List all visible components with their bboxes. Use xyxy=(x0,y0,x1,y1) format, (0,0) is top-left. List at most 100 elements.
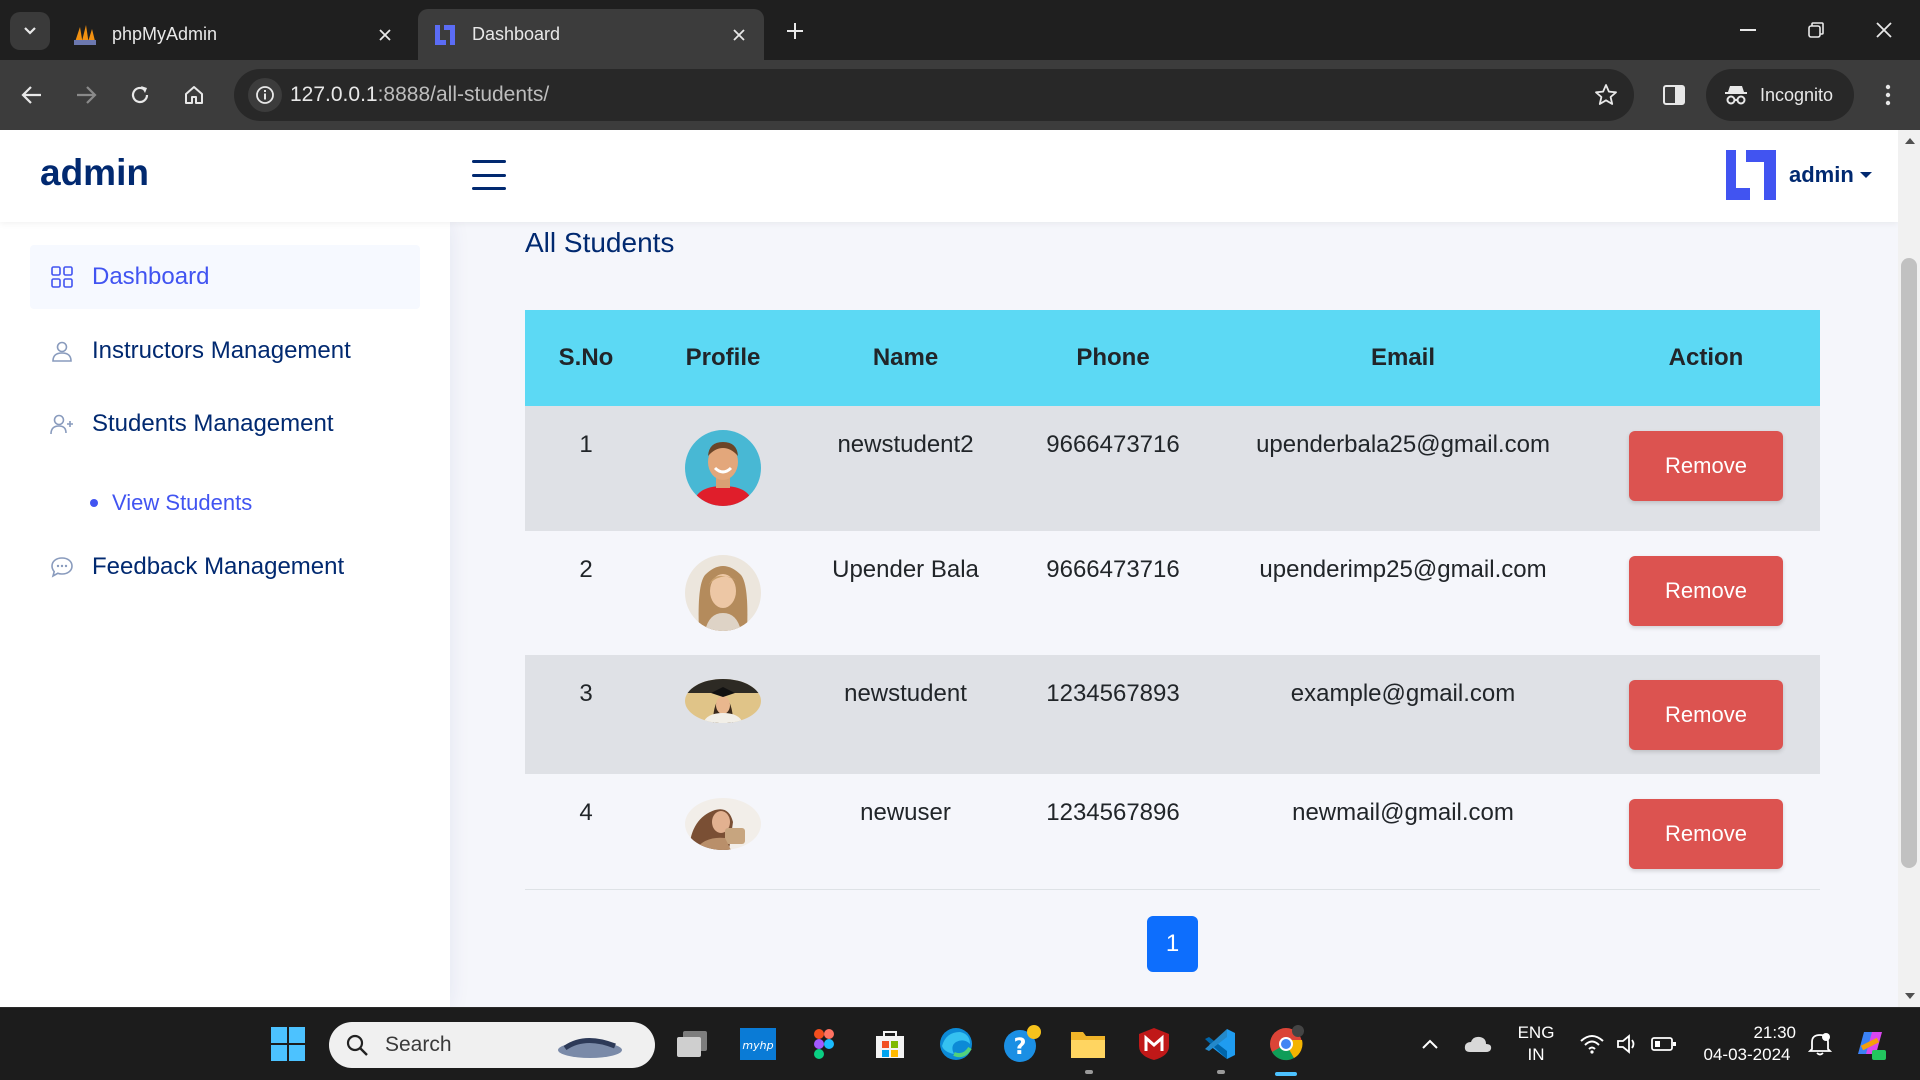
cell-action: Remove xyxy=(1592,774,1820,893)
home-icon xyxy=(185,86,203,104)
sidebar-subitem-label: View Students xyxy=(112,490,253,515)
sidebar-item-feedback[interactable]: Feedback Management xyxy=(30,535,420,599)
cell-action: Remove xyxy=(1592,655,1820,774)
cell-sno: 3 xyxy=(579,680,593,707)
back-arrow-icon xyxy=(21,86,41,104)
cell-sno: 2 xyxy=(579,556,593,583)
cell-name: newstudent2 xyxy=(837,431,974,458)
person-icon xyxy=(50,339,74,363)
caret-down-icon[interactable] xyxy=(1860,172,1872,178)
forward-button[interactable] xyxy=(68,77,104,113)
volume-icon[interactable] xyxy=(1608,1024,1648,1064)
notifications-bell-icon[interactable] xyxy=(1800,1024,1840,1064)
tab-phpmyadmin[interactable]: phpMyAdmin xyxy=(58,9,410,60)
tab-dashboard[interactable]: Dashboard xyxy=(418,9,764,60)
scroll-down-arrow-icon[interactable] xyxy=(1905,993,1915,999)
battery-icon[interactable] xyxy=(1644,1024,1684,1064)
remove-button[interactable]: Remove xyxy=(1629,680,1783,750)
tab-title: phpMyAdmin xyxy=(112,24,218,44)
clock[interactable]: 21:30 04-03-2024 xyxy=(1692,1022,1802,1066)
new-tab-button[interactable] xyxy=(780,16,810,46)
pagination-page-button[interactable]: 1 xyxy=(1147,916,1198,972)
scroll-thumb[interactable] xyxy=(1901,258,1917,868)
url-path: :8888/all-students/ xyxy=(377,83,550,106)
reload-button[interactable] xyxy=(122,77,158,113)
chrome-icon[interactable] xyxy=(1266,1024,1306,1064)
column-header-action: Action xyxy=(1668,344,1744,371)
column-header-name: Name xyxy=(872,344,939,371)
clock-date: 04-03-2024 xyxy=(1703,1045,1791,1064)
sidebar-item-label: Students Management xyxy=(92,410,334,437)
clock-time: 21:30 xyxy=(1753,1023,1796,1042)
show-hidden-icons-chevron-icon[interactable] xyxy=(1410,1024,1450,1064)
close-tab-icon[interactable] xyxy=(374,24,396,46)
close-tab-icon[interactable] xyxy=(728,24,750,46)
cell-email: upenderbala25@gmail.com xyxy=(1256,431,1550,458)
copilot-icon[interactable] xyxy=(1850,1024,1890,1064)
restore-button[interactable] xyxy=(1794,12,1838,48)
user-name[interactable]: admin xyxy=(1789,162,1854,188)
browser-menu-button[interactable] xyxy=(1870,77,1906,113)
windows-taskbar: Search myhp ? ENG IN 21:30 04-03-2024 xyxy=(0,1007,1920,1080)
myhp-app-icon[interactable]: myhp xyxy=(738,1024,778,1064)
chat-icon xyxy=(50,555,74,579)
cell-phone: 1234567893 xyxy=(1046,680,1180,707)
back-button[interactable] xyxy=(14,77,50,113)
page-title: All Students xyxy=(525,227,675,258)
cell-sno: 4 xyxy=(579,799,593,826)
mcafee-icon[interactable] xyxy=(1134,1024,1174,1064)
tab-search-button[interactable] xyxy=(10,12,50,50)
svg-text:?: ? xyxy=(1014,1035,1027,1060)
microsoft-store-icon[interactable] xyxy=(870,1024,910,1064)
taskbar-search-box[interactable]: Search xyxy=(329,1022,655,1068)
bookmark-star-icon[interactable] xyxy=(1592,81,1620,109)
home-button[interactable] xyxy=(176,77,212,113)
task-view-icon[interactable] xyxy=(672,1024,712,1064)
cell-action: Remove xyxy=(1592,406,1820,531)
side-panel-button[interactable] xyxy=(1656,77,1692,113)
sidebar-subitem-view-students[interactable]: View Students xyxy=(90,490,252,516)
table-row: 4 newuser 1234567896 newmail@gmail.com R… xyxy=(525,774,1820,893)
table-row: 2 Upender Bala 9666473716 upenderimp25@g… xyxy=(525,531,1820,655)
sidebar-item-instructors[interactable]: Instructors Management xyxy=(30,319,420,383)
person-add-icon xyxy=(50,412,74,436)
file-explorer-icon[interactable] xyxy=(1068,1024,1108,1064)
remove-button[interactable]: Remove xyxy=(1629,431,1783,501)
onedrive-cloud-icon[interactable] xyxy=(1458,1024,1498,1064)
hamburger-menu-icon[interactable] xyxy=(472,160,506,190)
figma-app-icon[interactable] xyxy=(804,1024,844,1064)
cell-phone: 9666473716 xyxy=(1046,556,1180,583)
students-table: S.No Profile Name Phone Email Action 1 n… xyxy=(525,310,1820,893)
remove-button[interactable]: Remove xyxy=(1629,556,1783,626)
remove-button[interactable]: Remove xyxy=(1629,799,1783,869)
wifi-icon[interactable] xyxy=(1572,1024,1612,1064)
sidebar-item-students[interactable]: Students Management xyxy=(30,392,420,456)
brand-logo-text[interactable]: admin xyxy=(40,152,149,194)
minimize-icon xyxy=(1740,29,1756,31)
page-scrollbar[interactable] xyxy=(1898,130,1920,1007)
browser-toolbar: 127.0.0.1:8888/all-students/ Incognito xyxy=(0,60,1920,130)
url-text[interactable]: 127.0.0.1:8888/all-students/ xyxy=(290,83,549,107)
windows-start-icon[interactable] xyxy=(268,1024,308,1064)
edge-browser-icon[interactable] xyxy=(936,1024,976,1064)
sidebar: Dashboard Instructors Management Student… xyxy=(0,222,450,1007)
column-header-email: Email xyxy=(1370,344,1436,371)
scroll-up-arrow-icon[interactable] xyxy=(1905,138,1915,144)
get-help-icon[interactable]: ? xyxy=(1002,1024,1042,1064)
language-indicator[interactable]: ENG IN xyxy=(1510,1022,1562,1066)
cell-sno: 1 xyxy=(579,431,593,458)
sidebar-item-dashboard[interactable]: Dashboard xyxy=(30,245,420,309)
grid-icon xyxy=(50,265,74,289)
incognito-indicator[interactable]: Incognito xyxy=(1706,69,1854,121)
search-icon xyxy=(346,1034,368,1056)
close-window-button[interactable] xyxy=(1862,12,1906,48)
phpmyadmin-favicon-icon xyxy=(74,24,96,45)
svg-text:myhp: myhp xyxy=(742,1039,773,1052)
region-code: IN xyxy=(1527,1045,1545,1064)
user-avatar[interactable] xyxy=(1724,148,1778,202)
minimize-button[interactable] xyxy=(1726,12,1770,48)
vscode-icon[interactable] xyxy=(1200,1024,1240,1064)
address-bar[interactable]: 127.0.0.1:8888/all-students/ xyxy=(234,69,1634,121)
site-info-icon[interactable] xyxy=(248,78,282,112)
cell-name: Upender Bala xyxy=(832,556,979,583)
